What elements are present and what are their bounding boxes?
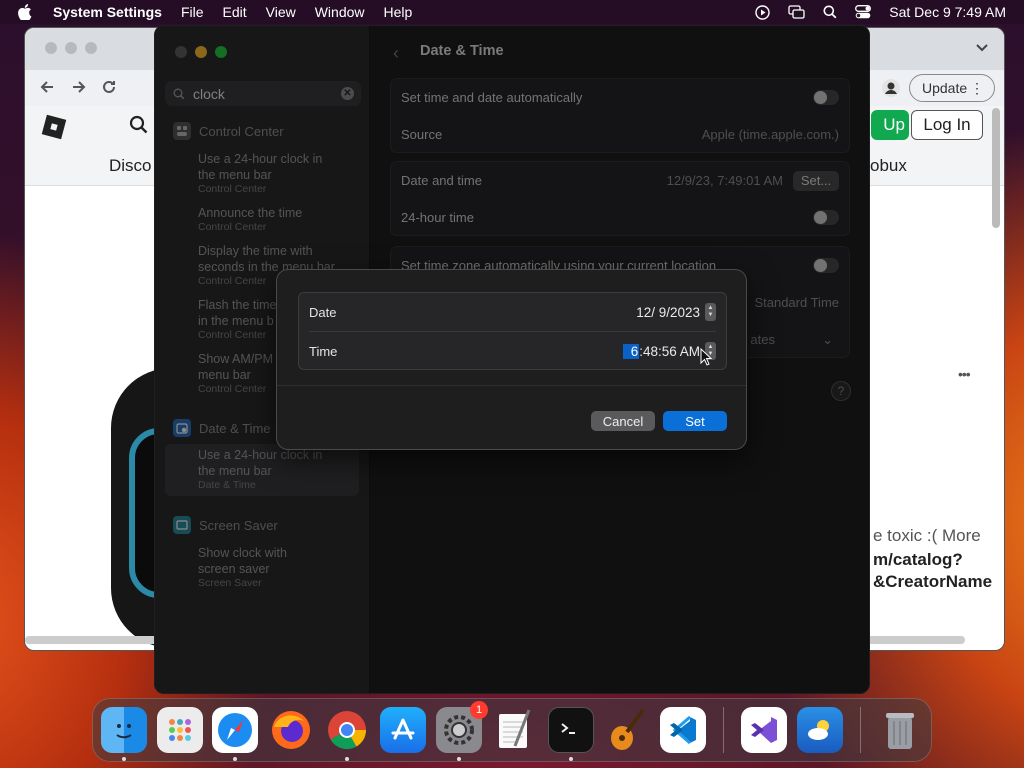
notification-badge: 1: [470, 701, 488, 719]
nav-discover-link[interactable]: Disco: [109, 156, 152, 176]
launchpad-icon[interactable]: [157, 707, 203, 753]
time-label: Time: [309, 343, 338, 359]
screen-mirroring-icon[interactable]: [788, 5, 805, 19]
menubar-clock[interactable]: Sat Dec 9 7:49 AM: [889, 4, 1006, 20]
search-icon[interactable]: [129, 115, 149, 140]
link-text-1: m/catalog?: [873, 550, 963, 569]
chrome-icon[interactable]: [324, 707, 370, 753]
running-indicator: [345, 757, 349, 761]
app-store-icon[interactable]: [380, 707, 426, 753]
browser-close-button[interactable]: [45, 42, 57, 54]
finder-icon[interactable]: [101, 707, 147, 753]
trash-icon[interactable]: [877, 707, 923, 753]
browser-update-button[interactable]: Update ⋮: [909, 74, 995, 102]
garageband-icon[interactable]: [604, 707, 650, 753]
mouse-cursor-icon: [700, 347, 713, 371]
more-options-icon[interactable]: •••: [958, 366, 971, 382]
weather-icon[interactable]: [797, 707, 843, 753]
menu-file[interactable]: File: [181, 4, 204, 20]
running-indicator: [233, 757, 237, 761]
textedit-icon[interactable]: [492, 707, 538, 753]
forward-arrow-icon[interactable]: [71, 79, 87, 100]
time-hour-segment[interactable]: 6: [622, 343, 640, 359]
menu-view[interactable]: View: [266, 4, 296, 20]
running-indicator: [457, 757, 461, 761]
browser-scrollbar[interactable]: [992, 108, 1000, 228]
dock-separator: [723, 707, 724, 753]
browser-zoom-button[interactable]: [85, 42, 97, 54]
date-time-fields-group: Date 12/ 9/2023 ▲ ▼ Time 6:48:56 AM ▲ ▼: [298, 292, 727, 370]
time-row: Time 6:48:56 AM ▲ ▼: [309, 332, 716, 370]
update-label: Update: [922, 80, 968, 96]
vscode-icon[interactable]: [660, 707, 706, 753]
menu-edit[interactable]: Edit: [223, 4, 247, 20]
spotlight-search-icon[interactable]: [823, 5, 837, 19]
firefox-icon[interactable]: [268, 707, 314, 753]
date-stepper-field[interactable]: 12/ 9/2023 ▲ ▼: [636, 301, 716, 323]
date-label: Date: [309, 304, 337, 320]
cancel-button[interactable]: Cancel: [591, 411, 655, 431]
date-row: Date 12/ 9/2023 ▲ ▼: [309, 293, 716, 331]
terminal-icon[interactable]: [548, 707, 594, 753]
menu-help[interactable]: Help: [384, 4, 413, 20]
signup-button[interactable]: Up: [871, 110, 909, 140]
link-text-2: &CreatorName: [873, 572, 993, 591]
dialog-divider: [277, 385, 746, 386]
safari-icon[interactable]: [212, 707, 258, 753]
reload-icon[interactable]: [101, 79, 117, 100]
menu-window[interactable]: Window: [315, 4, 365, 20]
set-date-time-dialog: Date 12/ 9/2023 ▲ ▼ Time 6:48:56 AM ▲ ▼ Ca…: [276, 269, 747, 450]
nav-robux-link[interactable]: obux: [870, 156, 907, 176]
browser-minimize-button[interactable]: [65, 42, 77, 54]
login-button[interactable]: Log In: [911, 110, 983, 140]
back-arrow-icon[interactable]: [39, 79, 55, 100]
profile-icon[interactable]: [881, 78, 901, 98]
running-indicator: [122, 757, 126, 761]
comment-text: e toxic :( More: [873, 526, 981, 545]
menu-app-name[interactable]: System Settings: [53, 4, 162, 20]
more-vert-icon[interactable]: ⋮: [970, 81, 984, 95]
dock: 1: [92, 698, 932, 762]
control-center-icon[interactable]: [855, 5, 872, 19]
dock-separator: [860, 707, 861, 753]
date-stepper-icon[interactable]: ▲ ▼: [705, 303, 716, 321]
roblox-logo-icon[interactable]: [39, 112, 69, 147]
play-circle-icon[interactable]: [755, 4, 770, 20]
chevron-down-icon[interactable]: [976, 40, 988, 58]
apple-menu-icon[interactable]: [18, 3, 34, 21]
visual-studio-icon[interactable]: [741, 707, 787, 753]
menu-bar: System Settings File Edit View Window He…: [0, 0, 1024, 24]
set-button[interactable]: Set: [663, 411, 727, 431]
date-value[interactable]: 12/ 9/2023: [636, 305, 700, 320]
time-rest-segments[interactable]: :48:56 AM: [639, 344, 700, 359]
running-indicator: [569, 757, 573, 761]
